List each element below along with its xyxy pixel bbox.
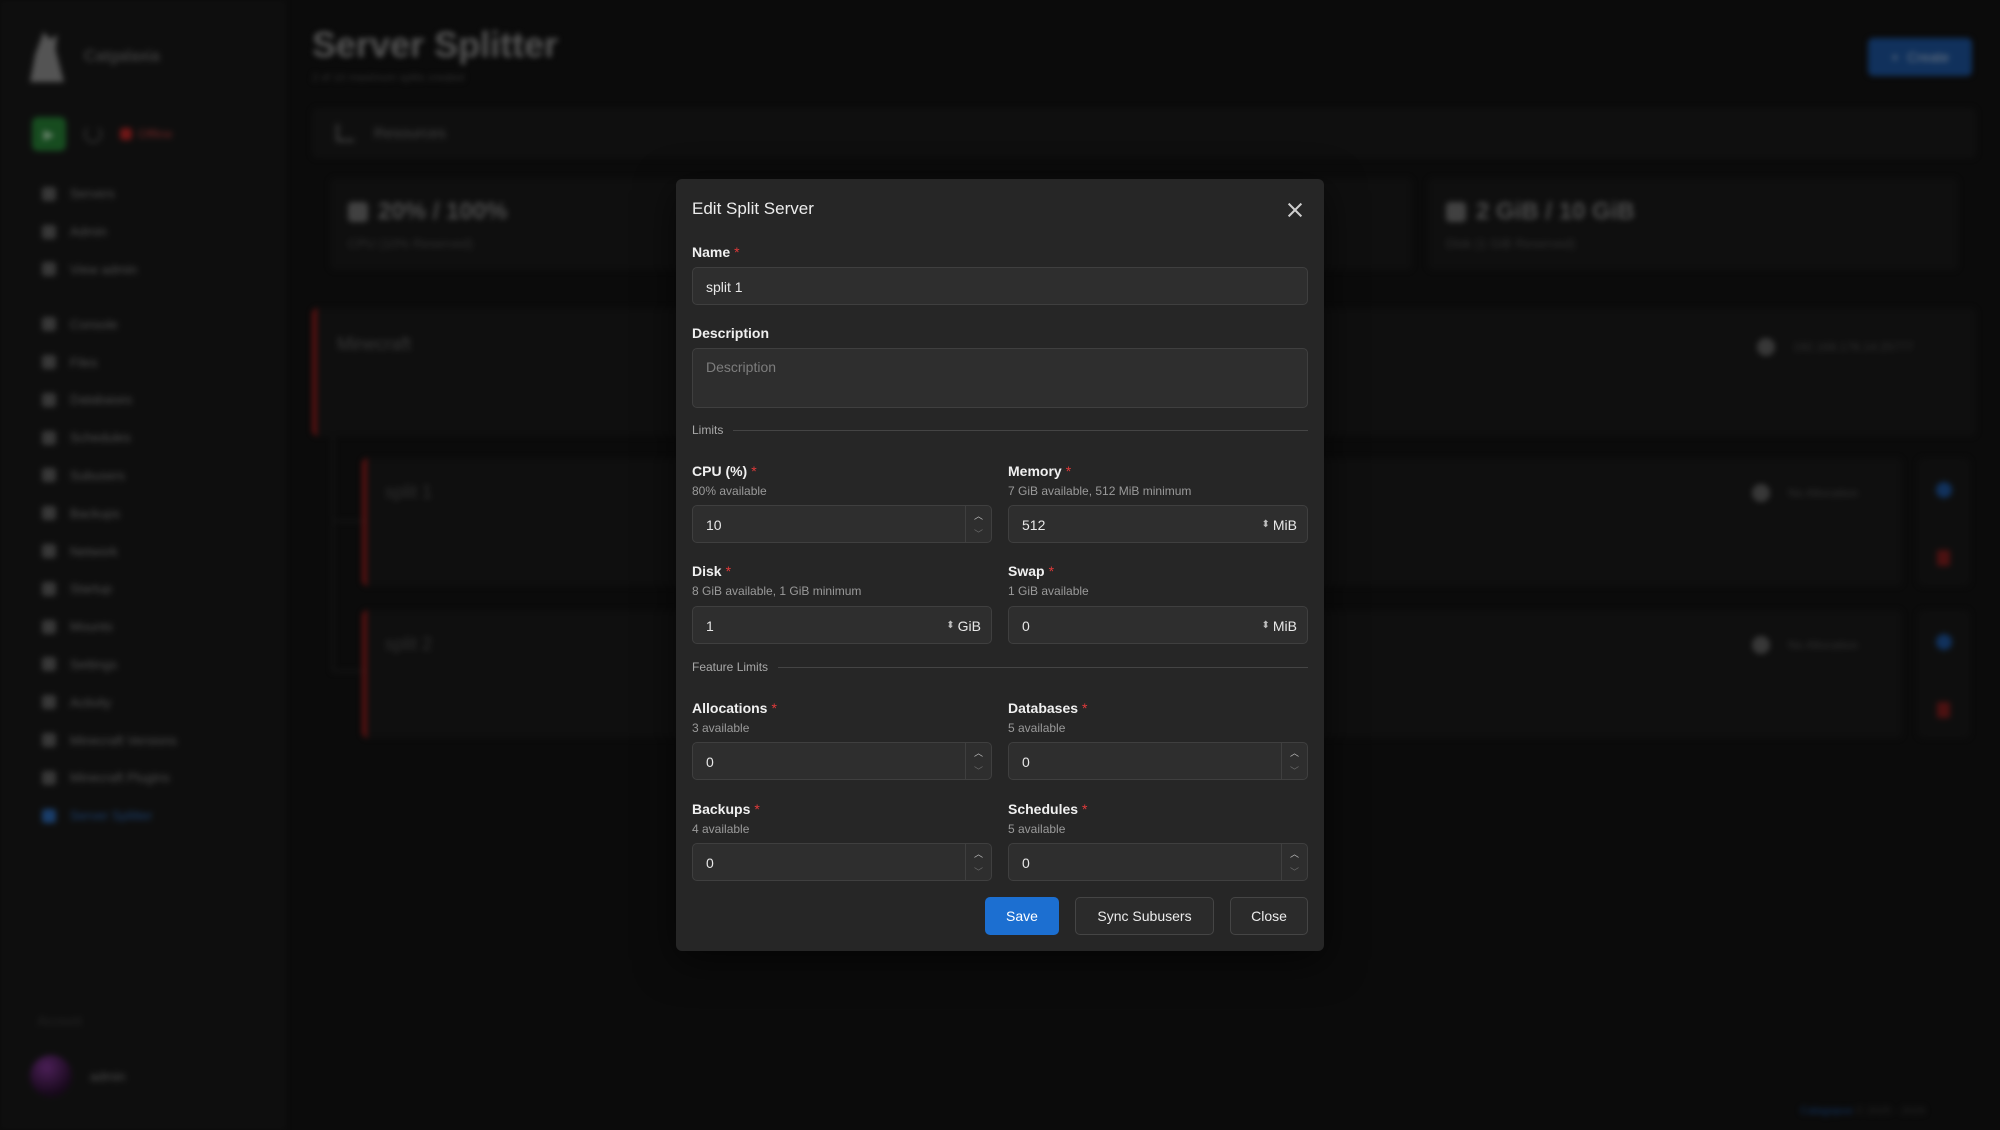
up-down-icon[interactable]: ⬍ bbox=[1261, 520, 1269, 530]
limits-section-label: Limits bbox=[692, 423, 724, 437]
memory-unit: ⬍ MiB bbox=[1261, 517, 1297, 533]
chevron-up-icon[interactable]: ︿ bbox=[966, 506, 991, 524]
schedules-input[interactable]: 0 ︿ ﹀ bbox=[1008, 843, 1308, 881]
cpu-label: CPU (%) * bbox=[692, 463, 757, 479]
allocations-value: 0 bbox=[706, 754, 714, 770]
chevron-up-icon[interactable]: ︿ bbox=[1282, 743, 1307, 761]
swap-value: 0 bbox=[1022, 618, 1030, 634]
feature-limits-divider: Feature Limits bbox=[692, 659, 1308, 675]
up-down-icon[interactable]: ⬍ bbox=[946, 621, 954, 631]
swap-hint: 1 GiB available bbox=[1008, 584, 1089, 598]
name-input[interactable]: split 1 bbox=[692, 267, 1308, 305]
disk-unit: ⬍ GiB bbox=[946, 618, 981, 634]
disk-value: 1 bbox=[706, 618, 714, 634]
memory-value: 512 bbox=[1022, 517, 1046, 533]
cpu-input[interactable]: 10 ︿ ﹀ bbox=[692, 505, 992, 543]
cpu-value: 10 bbox=[706, 517, 722, 533]
swap-unit: ⬍ MiB bbox=[1261, 618, 1297, 634]
schedules-stepper: ︿ ﹀ bbox=[1281, 844, 1307, 880]
cpu-hint: 80% available bbox=[692, 484, 767, 498]
chevron-down-icon[interactable]: ﹀ bbox=[966, 524, 991, 542]
memory-hint: 7 GiB available, 512 MiB minimum bbox=[1008, 484, 1192, 498]
cpu-stepper: ︿ ﹀ bbox=[965, 506, 991, 542]
memory-input[interactable]: 512 ⬍ MiB bbox=[1008, 505, 1308, 543]
allocations-hint: 3 available bbox=[692, 721, 750, 735]
close-icon[interactable] bbox=[1284, 199, 1306, 221]
backups-label: Backups * bbox=[692, 801, 760, 817]
schedules-label: Schedules * bbox=[1008, 801, 1088, 817]
sync-subusers-button[interactable]: Sync Subusers bbox=[1075, 897, 1214, 935]
backups-hint: 4 available bbox=[692, 822, 750, 836]
allocations-label: Allocations * bbox=[692, 700, 777, 716]
description-textarea[interactable]: Description bbox=[692, 348, 1308, 408]
backups-input[interactable]: 0 ︿ ﹀ bbox=[692, 843, 992, 881]
chevron-down-icon[interactable]: ﹀ bbox=[1282, 862, 1307, 880]
chevron-down-icon[interactable]: ﹀ bbox=[966, 761, 991, 779]
description-placeholder: Description bbox=[706, 359, 777, 375]
allocations-stepper: ︿ ﹀ bbox=[965, 743, 991, 779]
databases-input[interactable]: 0 ︿ ﹀ bbox=[1008, 742, 1308, 780]
chevron-up-icon[interactable]: ︿ bbox=[1282, 844, 1307, 862]
feature-limits-section-label: Feature Limits bbox=[692, 660, 769, 674]
disk-input[interactable]: 1 ⬍ GiB bbox=[692, 606, 992, 644]
edit-split-modal: Edit Split Server Name * split 1 Descript… bbox=[676, 179, 1324, 951]
disk-label: Disk * bbox=[692, 563, 732, 579]
disk-hint: 8 GiB available, 1 GiB minimum bbox=[692, 584, 862, 598]
chevron-up-icon[interactable]: ︿ bbox=[966, 743, 991, 761]
backups-stepper: ︿ ﹀ bbox=[965, 844, 991, 880]
name-value: split 1 bbox=[706, 279, 743, 295]
limits-divider: Limits bbox=[692, 422, 1308, 438]
description-label: Description bbox=[692, 325, 770, 341]
allocations-input[interactable]: 0 ︿ ﹀ bbox=[692, 742, 992, 780]
chevron-up-icon[interactable]: ︿ bbox=[966, 844, 991, 862]
memory-label: Memory * bbox=[1008, 463, 1072, 479]
schedules-value: 0 bbox=[1022, 855, 1030, 871]
up-down-icon[interactable]: ⬍ bbox=[1261, 621, 1269, 631]
swap-input[interactable]: 0 ⬍ MiB bbox=[1008, 606, 1308, 644]
databases-stepper: ︿ ﹀ bbox=[1281, 743, 1307, 779]
chevron-down-icon[interactable]: ﹀ bbox=[966, 862, 991, 880]
databases-value: 0 bbox=[1022, 754, 1030, 770]
modal-title: Edit Split Server bbox=[692, 199, 814, 218]
backups-value: 0 bbox=[706, 855, 714, 871]
chevron-down-icon[interactable]: ﹀ bbox=[1282, 761, 1307, 779]
save-button[interactable]: Save bbox=[985, 897, 1059, 935]
swap-label: Swap * bbox=[1008, 563, 1055, 579]
schedules-hint: 5 available bbox=[1008, 822, 1066, 836]
close-button[interactable]: Close bbox=[1230, 897, 1308, 935]
databases-label: Databases * bbox=[1008, 700, 1088, 716]
name-label: Name * bbox=[692, 244, 740, 260]
databases-hint: 5 available bbox=[1008, 721, 1066, 735]
